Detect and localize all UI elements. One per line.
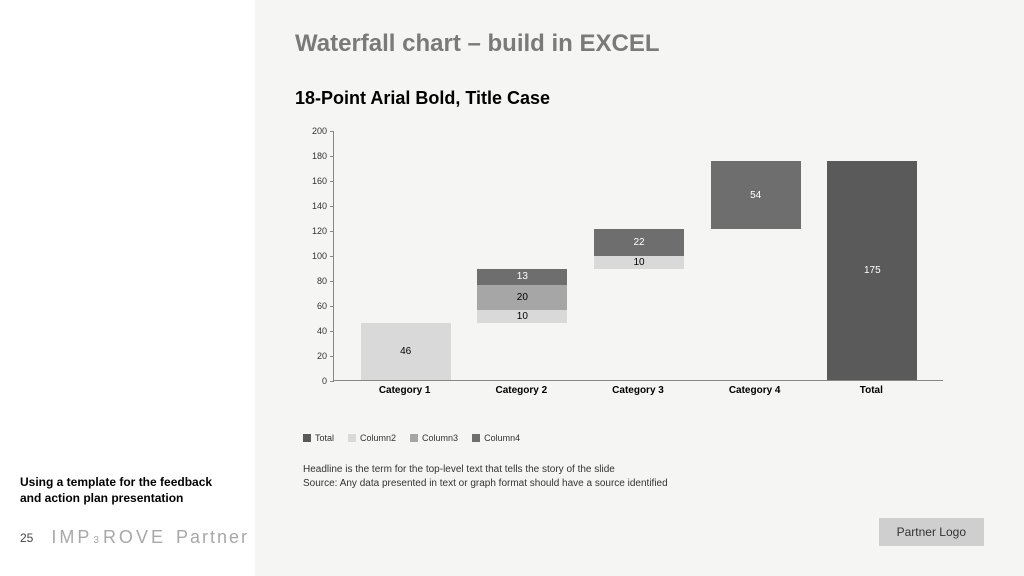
legend-label: Column2 <box>360 433 396 443</box>
legend-label: Total <box>315 433 334 443</box>
y-tick-label: 160 <box>303 176 327 186</box>
y-tick-label: 0 <box>303 376 327 386</box>
brand-logo: IMP3ROVE Partner <box>51 527 249 548</box>
legend-item: Column3 <box>410 433 458 443</box>
brand-partner: Partner <box>176 527 249 548</box>
bar-segment: 46 <box>361 323 451 381</box>
y-tick-label: 100 <box>303 251 327 261</box>
legend-swatch <box>410 434 418 442</box>
bar-segment: 10 <box>594 256 684 269</box>
legend-swatch <box>472 434 480 442</box>
sidebar-caption: Using a template for the feedback and ac… <box>20 474 230 506</box>
chart-title: 18-Point Arial Bold, Title Case <box>295 88 984 109</box>
category-label: Category 4 <box>710 385 800 396</box>
brand-sup: 3 <box>93 535 102 546</box>
legend: Total Column2 Column3 Column4 <box>303 433 984 443</box>
y-tick-label: 40 <box>303 326 327 336</box>
slide-title: Waterfall chart – build in EXCEL <box>295 30 984 58</box>
category-label: Category 1 <box>360 385 450 396</box>
y-tick-label: 180 <box>303 151 327 161</box>
bar-segment: 22 <box>594 229 684 257</box>
bar-segment: 13 <box>477 269 567 285</box>
main-area: Waterfall chart – build in EXCEL 18-Poin… <box>255 0 1024 576</box>
partner-logo-box: Partner Logo <box>879 518 984 546</box>
y-tick-label: 80 <box>303 276 327 286</box>
plot-area: 46102013102254175 <box>333 131 943 381</box>
category-label: Category 2 <box>476 385 566 396</box>
bar-segment: 175 <box>827 161 917 380</box>
legend-item: Total <box>303 433 334 443</box>
category-label: Total <box>826 385 916 396</box>
legend-item: Column4 <box>472 433 520 443</box>
y-tick-label: 120 <box>303 226 327 236</box>
legend-swatch <box>348 434 356 442</box>
y-tick-label: 60 <box>303 301 327 311</box>
legend-label: Column4 <box>484 433 520 443</box>
footnotes: Headline is the term for the top-level t… <box>303 463 984 490</box>
y-tick-label: 200 <box>303 126 327 136</box>
bar-segment: 10 <box>477 310 567 323</box>
category-label: Category 3 <box>593 385 683 396</box>
headline-note: Headline is the term for the top-level t… <box>303 463 984 477</box>
sidebar: Using a template for the feedback and ac… <box>0 0 255 576</box>
bar-segment: 20 <box>477 285 567 310</box>
sidebar-footer: 25 IMP3ROVE Partner <box>20 527 249 548</box>
brand-part1: IMP <box>51 527 92 548</box>
chart: 46102013102254175 0204060801001201401601… <box>303 131 953 401</box>
source-note: Source: Any data presented in text or gr… <box>303 477 984 491</box>
legend-item: Column2 <box>348 433 396 443</box>
brand-part2: ROVE <box>103 527 166 548</box>
legend-label: Column3 <box>422 433 458 443</box>
y-tick-label: 20 <box>303 351 327 361</box>
bar-segment: 54 <box>711 161 801 229</box>
legend-swatch <box>303 434 311 442</box>
y-tick-label: 140 <box>303 201 327 211</box>
page-number: 25 <box>20 531 33 545</box>
slide-page: Using a template for the feedback and ac… <box>0 0 1024 576</box>
